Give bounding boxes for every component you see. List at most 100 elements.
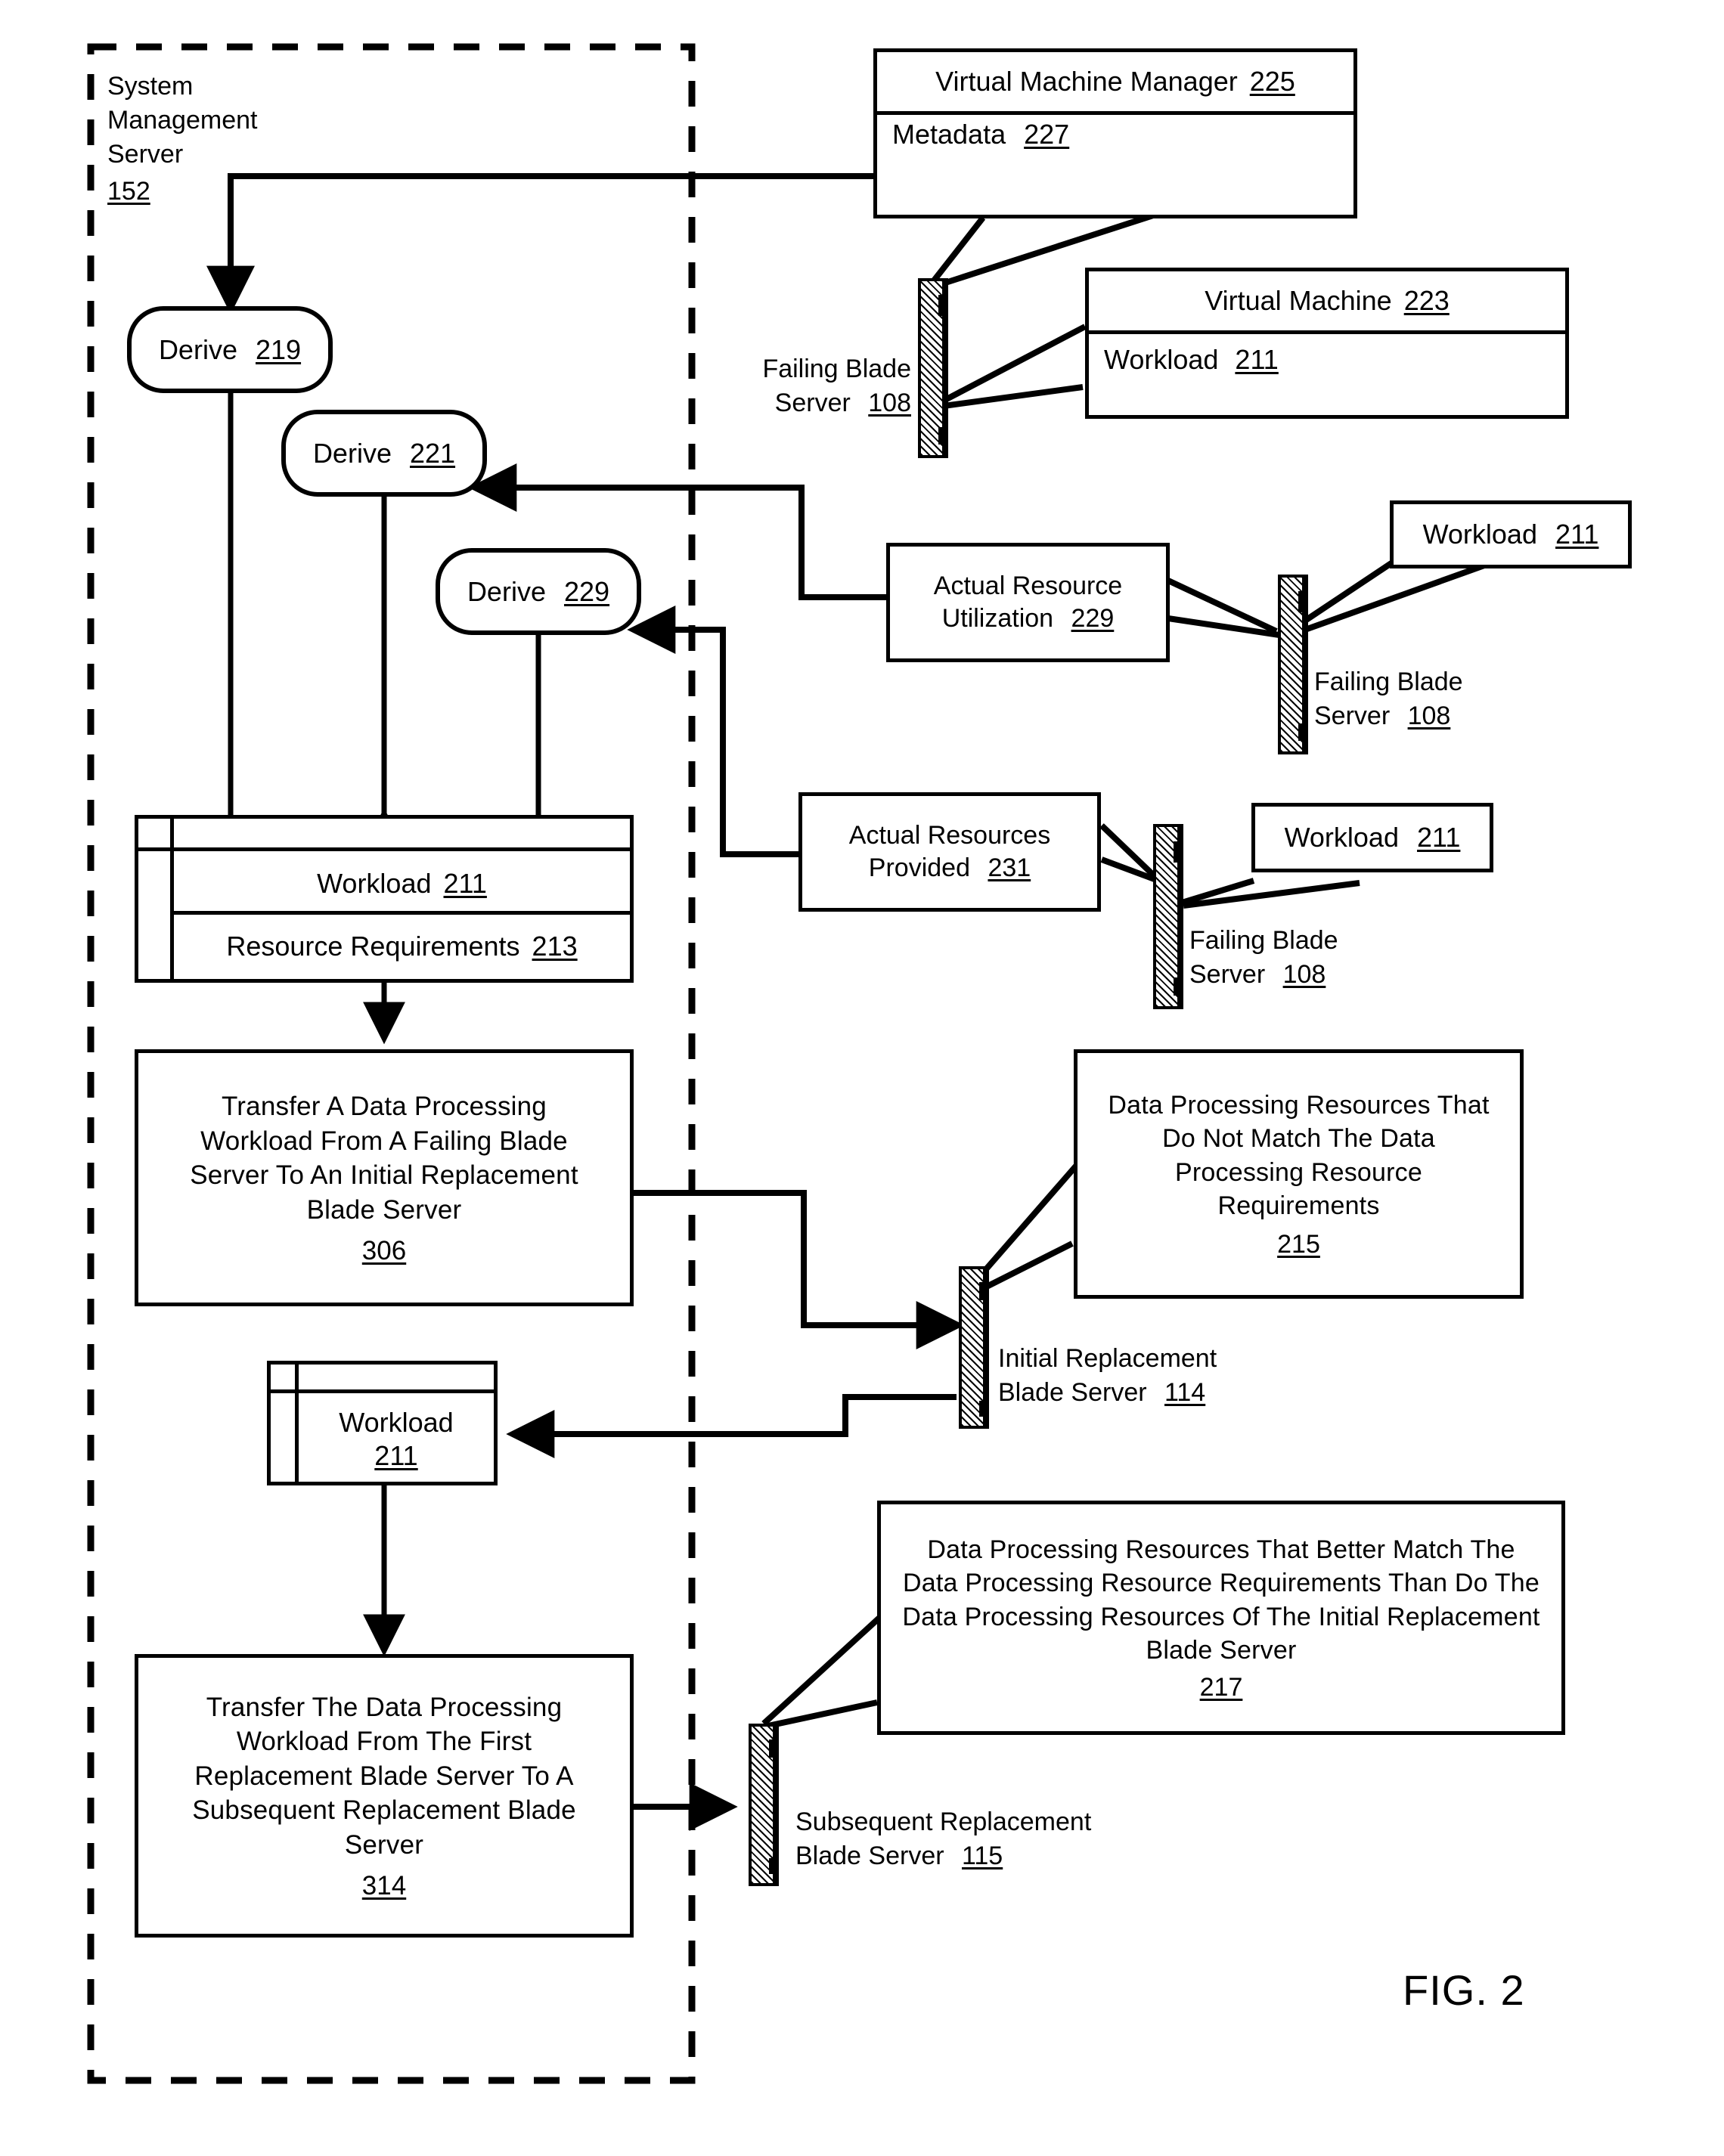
workload-requirements-card: Workload 211 Resource Requirements 213 — [135, 815, 634, 983]
blade-label-failing-lower: Failing Blade Server 108 — [1189, 924, 1439, 992]
leader-217-to-subsequent-blade-2 — [767, 1699, 878, 1729]
derive-229-ref: 229 — [563, 575, 610, 607]
step-306-box: Transfer A Data Processing Workload From… — [135, 1049, 634, 1306]
aru-ref: 229 — [1071, 604, 1115, 633]
failing-top-line2: Server — [774, 388, 851, 417]
workload-top-ref: 211 — [1555, 519, 1599, 550]
leader-vm223-to-blade — [942, 324, 1087, 404]
step-306-ref: 306 — [361, 1236, 407, 1265]
vmm-metadata-ref: 227 — [1024, 119, 1070, 150]
subseq-repl-line2-wrap: Blade Server 115 — [795, 1839, 1158, 1873]
edge-initial-blade-to-workload — [506, 1394, 957, 1458]
callout-actual-resources-provided: Actual Resources Provided 231 — [798, 792, 1101, 912]
sms-line2: Management — [107, 105, 258, 135]
blade-server-icon-subsequent-replacement — [749, 1724, 776, 1886]
card-workload-row: Workload 211 — [174, 858, 630, 909]
step-314-box: Transfer The Data Processing Workload Fr… — [135, 1654, 634, 1938]
step-306-text: Transfer A Data Processing Workload From… — [190, 1092, 586, 1225]
failing-mid-ref: 108 — [1407, 701, 1451, 730]
subseq-repl-ref: 115 — [962, 1841, 1003, 1870]
leader-arp-to-blade-2 — [1100, 857, 1160, 884]
sms-line3: Server — [107, 139, 184, 169]
derive-221-ref: 221 — [409, 437, 456, 469]
vmm-metadata-row: Metadata 227 — [892, 119, 1069, 150]
failing-low-line2: Server — [1189, 959, 1266, 989]
resources-better-match-ref: 217 — [1199, 1672, 1243, 1702]
derive-229-text: Derive 229 — [467, 576, 609, 608]
blade-label-subsequent-replacement: Subsequent Replacement Blade Server 115 — [795, 1805, 1158, 1873]
card-midrow-divider — [170, 911, 630, 915]
sms-line1: System — [107, 72, 194, 101]
failing-top-line1: Failing Blade — [762, 355, 911, 383]
leader-vmm-to-blade — [929, 215, 986, 286]
failing-low-line2-wrap: Server 108 — [1189, 958, 1439, 992]
failing-top-line2-wrap: Server 108 — [722, 386, 911, 420]
leader-workload211-lower-to-blade — [1178, 878, 1255, 906]
process-derive-229: Derive 229 — [436, 548, 641, 635]
aru-line2-wrap: Utilization 229 — [942, 604, 1115, 633]
system-management-server-label: System Management Server 152 — [107, 70, 334, 209]
workload-card-toprow-divider — [271, 1389, 494, 1393]
callout-workload-211-topright: Workload 211 — [1390, 500, 1632, 568]
blade-server-icon-failing-middle — [1278, 575, 1305, 754]
vm-workload-ref: 211 — [1235, 344, 1279, 375]
figure-label: FIG. 2 — [1403, 1965, 1525, 2015]
blade-label-failing-top: Failing Blade Server 108 — [722, 352, 911, 420]
process-derive-219: Derive 219 — [127, 306, 333, 393]
step-314-text: Transfer The Data Processing Workload Fr… — [192, 1692, 584, 1860]
card-workload-label: Workload — [317, 868, 432, 899]
workload-mid-label: Workload — [1284, 822, 1399, 853]
step-314-ref: 314 — [361, 1871, 407, 1901]
arp-line1: Actual Resources — [848, 821, 1051, 850]
subseq-repl-line1: Subsequent Replacement — [795, 1808, 1092, 1836]
resources-not-match-text: Data Processing Resources That Do Not Ma… — [1108, 1091, 1497, 1220]
card-requirements-label: Resource Requirements — [226, 931, 520, 962]
vmm-title-row: Virtual Machine Manager 225 — [877, 52, 1353, 115]
blade-label-initial-replacement: Initial Replacement Blade Server 114 — [998, 1342, 1301, 1410]
workload-card-lower-label: Workload — [339, 1406, 454, 1438]
callout-workload-211-lowerright: Workload 211 — [1251, 803, 1493, 872]
sms-ref: 152 — [107, 176, 150, 206]
blade-server-icon-failing-lower — [1153, 824, 1180, 1009]
failing-low-ref: 108 — [1282, 959, 1326, 989]
card-requirements-row: Resource Requirements 213 — [174, 917, 630, 976]
initial-repl-ref: 114 — [1164, 1377, 1206, 1407]
initial-repl-line2: Blade Server — [998, 1377, 1147, 1407]
virtual-machine-box: Virtual Machine 223 Workload 211 — [1085, 268, 1569, 419]
arp-ref: 231 — [988, 853, 1031, 882]
aru-line2: Utilization — [941, 604, 1054, 633]
blade-server-icon-initial-replacement — [959, 1266, 986, 1429]
leader-workload211-top-to-blade — [943, 384, 1084, 409]
initial-repl-line2-wrap: Blade Server 114 — [998, 1376, 1301, 1410]
vmm-title-ref: 225 — [1249, 66, 1295, 97]
failing-mid-line1: Failing Blade — [1314, 668, 1463, 696]
vm-workload-label: Workload — [1104, 344, 1219, 375]
blade-label-failing-middle: Failing Blade Server 108 — [1314, 665, 1564, 733]
resources-not-match-ref: 215 — [1277, 1229, 1320, 1259]
blade-server-icon-failing-top — [918, 278, 945, 458]
vm-title: Virtual Machine — [1205, 285, 1392, 316]
derive-221-text: Derive 221 — [313, 438, 455, 469]
callout-workload-211-lowerright-text: Workload 211 — [1285, 822, 1461, 853]
edge-arp-to-derive229 — [627, 606, 798, 857]
workload-card-lower-body: Workload 211 — [299, 1396, 494, 1482]
arp-line2-wrap: Provided 231 — [869, 853, 1031, 883]
failing-mid-line2-wrap: Server 108 — [1314, 699, 1564, 733]
derive-229-label: Derive — [467, 575, 546, 607]
vm-workload-row: Workload 211 — [1104, 344, 1279, 376]
leader-workload211-right-to-blade-2 — [1293, 562, 1486, 637]
aru-line1: Actual Resource — [933, 572, 1123, 600]
resources-better-match-text: Data Processing Resources That Better Ma… — [902, 1535, 1548, 1665]
failing-top-ref: 108 — [868, 388, 911, 417]
workload-mid-ref: 211 — [1417, 822, 1461, 853]
patent-figure-2: System Management Server 152 Virtual Mac… — [0, 0, 1724, 2156]
workload-card-lower: Workload 211 — [267, 1361, 498, 1485]
leader-aru-to-blade — [1167, 578, 1278, 634]
callout-actual-resource-utilization: Actual Resource Utilization 229 — [886, 543, 1170, 662]
leader-217-to-subsequent-blade — [761, 1615, 882, 1726]
derive-221-label: Derive — [312, 437, 392, 469]
workload-card-lower-ref: 211 — [374, 1439, 418, 1471]
vmm-title: Virtual Machine Manager — [935, 66, 1238, 97]
failing-low-line1: Failing Blade — [1189, 926, 1338, 955]
leader-workload211-lower-to-blade-2 — [1183, 880, 1360, 909]
